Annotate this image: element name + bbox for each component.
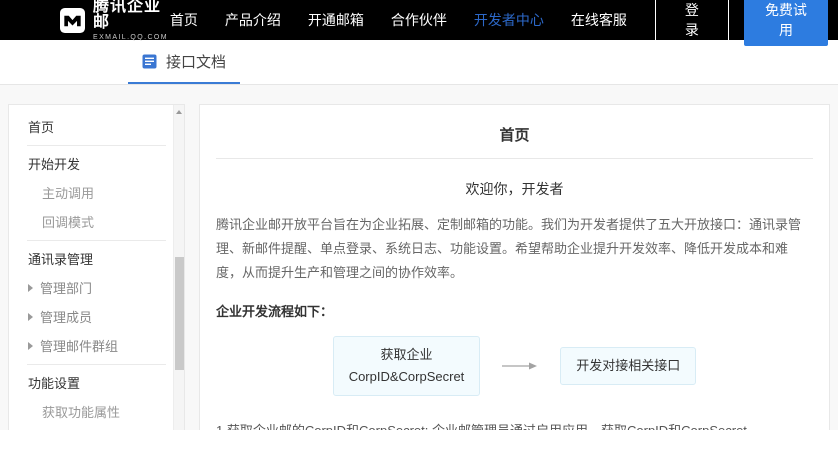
top-header: 腾讯企业邮 EXMAIL.QQ.COM 首页 产品介绍 开通邮箱 合作伙伴 开发…	[0, 0, 838, 40]
caret-right-icon	[28, 313, 33, 321]
doc-sidebar: 首页 开始开发 主动调用 回调模式 通讯录管理 管理部门 管理成员 管理邮件群组…	[8, 104, 185, 430]
content-area: 首页 开始开发 主动调用 回调模式 通讯录管理 管理部门 管理成员 管理邮件群组…	[0, 85, 838, 430]
nav-item-online-service[interactable]: 在线客服	[571, 10, 627, 30]
sidebar-item-callback-mode[interactable]: 回调模式	[9, 207, 184, 236]
main-nav: 首页 产品介绍 开通邮箱 合作伙伴 开发者中心 在线客服	[170, 10, 627, 30]
flow-step-develop-api: 开发对接相关接口	[560, 347, 696, 385]
nav-item-open-mailbox[interactable]: 开通邮箱	[308, 10, 364, 30]
sidebar-item-feature-settings[interactable]: 功能设置	[9, 368, 184, 397]
sidebar-item-label: 管理成员	[40, 307, 92, 326]
document-icon	[142, 54, 157, 69]
sidebar-item-manage-department[interactable]: 管理部门	[9, 273, 184, 302]
step-item-1: 1.获取企业邮的CorpID和CorpSecret: 企业邮管理员通过启用应用，…	[216, 420, 813, 430]
sidebar-divider	[27, 145, 166, 146]
sidebar-item-get-feature[interactable]: 获取功能属性	[9, 397, 184, 426]
sidebar-item-manage-mailgroup[interactable]: 管理邮件群组	[9, 331, 184, 360]
nav-item-product-intro[interactable]: 产品介绍	[225, 10, 281, 30]
nav-item-partners[interactable]: 合作伙伴	[391, 10, 447, 30]
nav-item-developer-center[interactable]: 开发者中心	[474, 10, 544, 30]
dev-flow-diagram: 获取企业 CorpID&CorpSecret 开发对接相关接口	[216, 336, 813, 396]
tab-api-docs-label: 接口文档	[166, 51, 226, 72]
sidebar-item-label: 管理邮件群组	[40, 336, 118, 355]
flow-step-get-corpid: 获取企业 CorpID&CorpSecret	[333, 336, 481, 396]
page-title: 首页	[216, 115, 813, 158]
sidebar-divider	[27, 240, 166, 241]
sidebar-scrollbar[interactable]	[173, 105, 184, 430]
login-button[interactable]: 登录	[655, 0, 729, 45]
sidebar-item-active-call[interactable]: 主动调用	[9, 178, 184, 207]
exmail-envelope-icon	[60, 8, 85, 33]
nav-item-home[interactable]: 首页	[170, 10, 198, 30]
flow-step2-label: 开发对接相关接口	[576, 355, 680, 377]
sidebar-item-label: 管理部门	[40, 278, 92, 297]
flow-heading: 企业开发流程如下：	[216, 301, 813, 320]
scrollbar-thumb[interactable]	[175, 257, 184, 370]
sidebar-item-change-feature[interactable]: 更改功能属性	[9, 426, 184, 430]
caret-right-icon	[28, 284, 33, 292]
tab-api-docs[interactable]: 接口文档	[128, 40, 240, 84]
sidebar-item-home[interactable]: 首页	[9, 112, 184, 141]
intro-paragraph: 腾讯企业邮开放平台旨在为企业拓展、定制邮箱的功能。我们为开发者提供了五大开放接口…	[216, 213, 813, 285]
welcome-text: 欢迎你，开发者	[216, 179, 813, 199]
sidebar-divider	[27, 364, 166, 365]
doc-main-panel: 首页 欢迎你，开发者 腾讯企业邮开放平台旨在为企业拓展、定制邮箱的功能。我们为开…	[199, 104, 830, 430]
arrow-up-icon	[176, 110, 182, 114]
free-trial-button[interactable]: 免费试用	[744, 0, 828, 46]
exmail-logo[interactable]: 腾讯企业邮 EXMAIL.QQ.COM	[60, 0, 170, 41]
exmail-logo-text: 腾讯企业邮 EXMAIL.QQ.COM	[93, 0, 170, 41]
doc-tabbar: 接口文档	[0, 40, 838, 85]
sidebar-item-contacts-mgmt[interactable]: 通讯录管理	[9, 244, 184, 273]
flow-step1-line2: CorpID&CorpSecret	[349, 366, 465, 388]
flow-step1-line1: 获取企业	[349, 344, 465, 366]
caret-right-icon	[28, 342, 33, 350]
sidebar-item-manage-member[interactable]: 管理成员	[9, 302, 184, 331]
scroll-up-button[interactable]	[174, 105, 184, 118]
logo-title: 腾讯企业邮	[93, 0, 170, 31]
sidebar-item-start-dev[interactable]: 开始开发	[9, 149, 184, 178]
flow-arrow-icon	[502, 361, 538, 371]
title-divider	[216, 158, 813, 159]
